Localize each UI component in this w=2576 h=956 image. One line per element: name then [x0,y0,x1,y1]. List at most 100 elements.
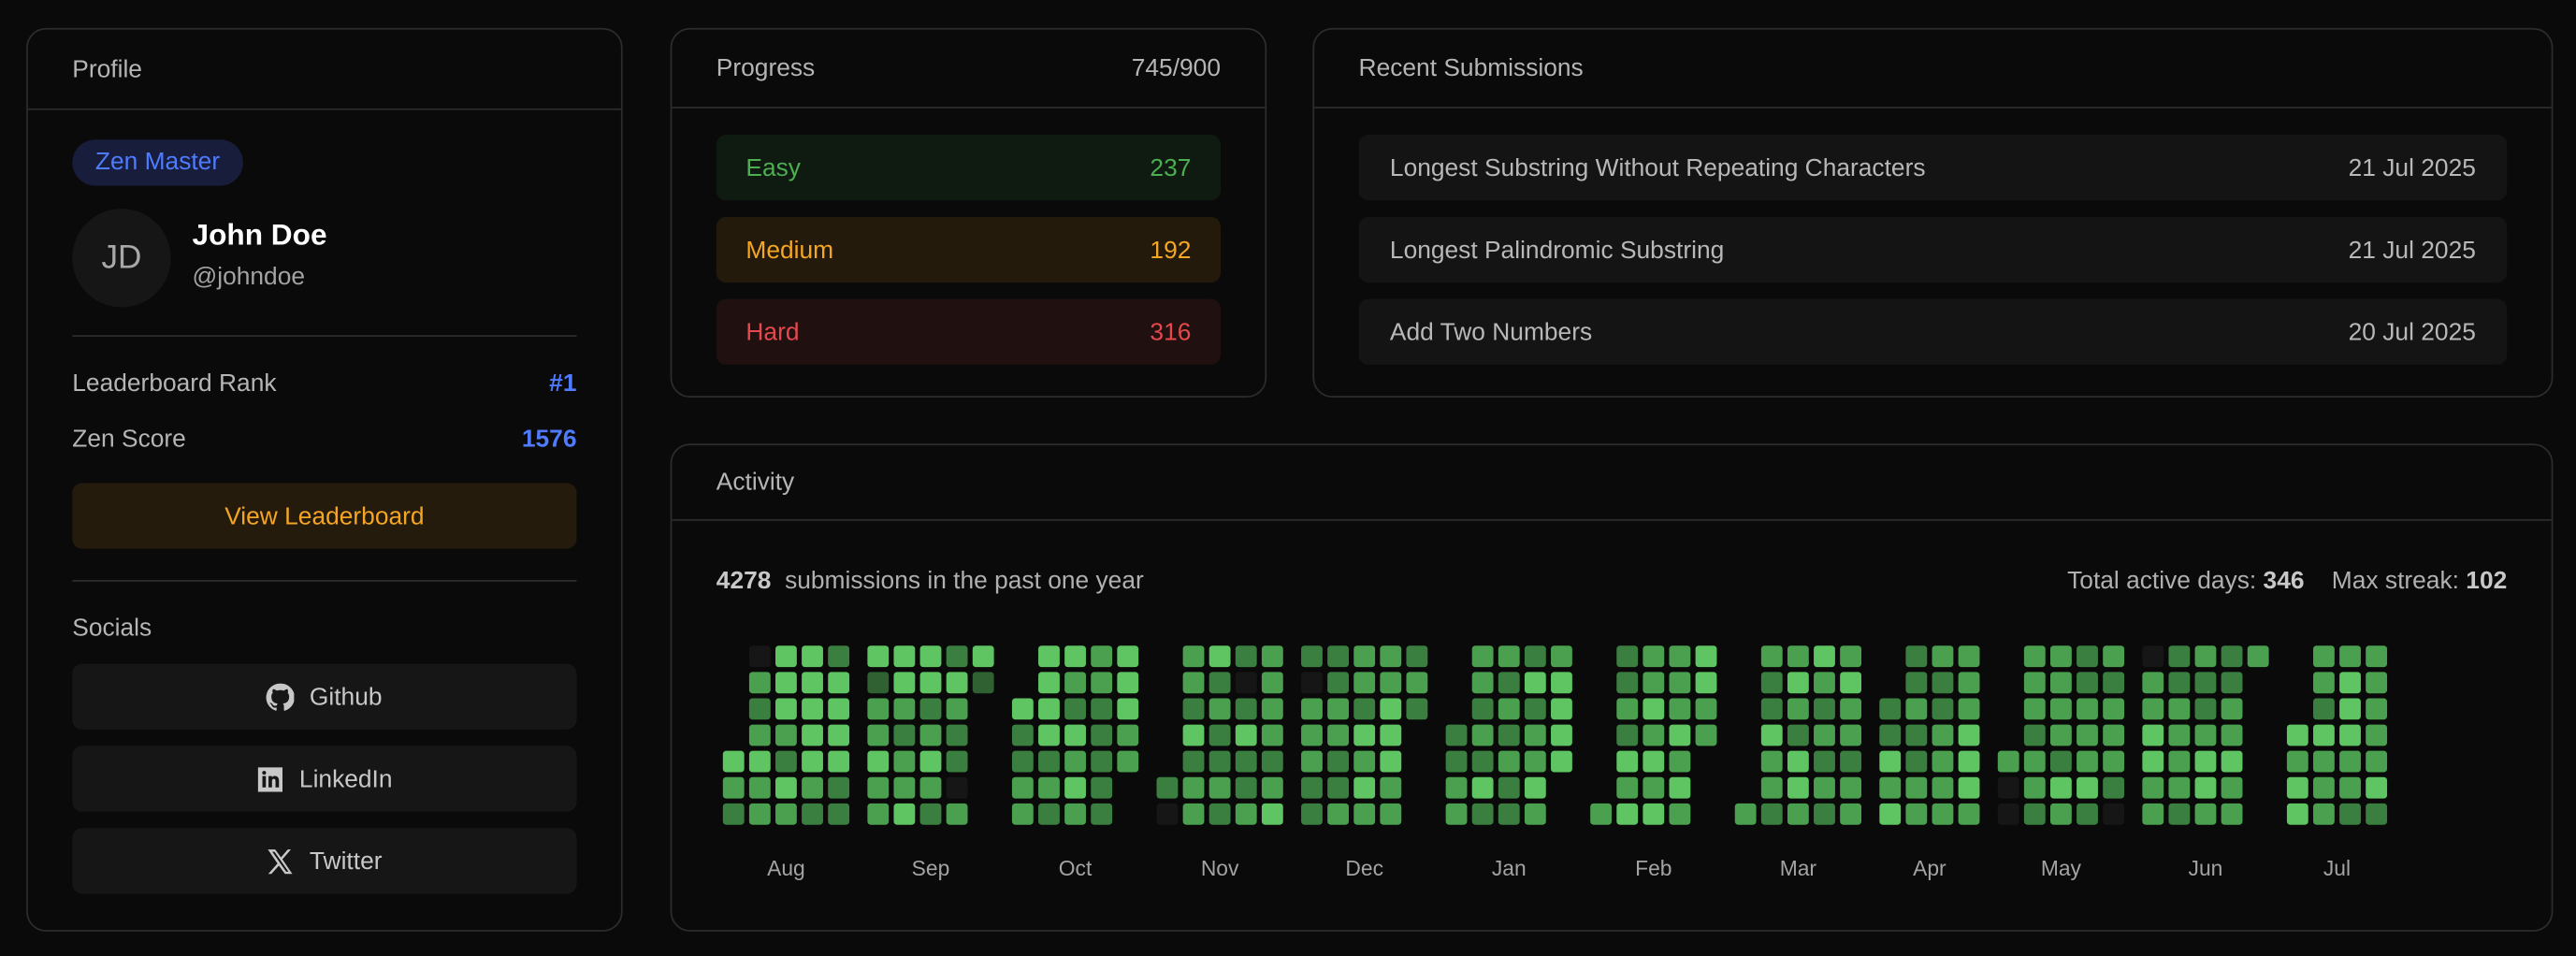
heatmap-cell[interactable] [1182,698,1205,720]
heatmap-cell[interactable] [867,803,890,825]
heatmap-cell[interactable] [1380,698,1402,720]
heatmap-cell[interactable] [919,698,942,720]
heatmap-cell[interactable] [1643,803,1665,825]
heatmap-cell[interactable] [946,776,968,799]
heatmap-cell[interactable] [1117,645,1139,668]
heatmap-cell[interactable] [1327,724,1350,746]
heatmap-cell[interactable] [1208,724,1231,746]
heatmap-cell[interactable] [1301,698,1323,720]
heatmap-cell[interactable] [946,698,968,720]
heatmap-cell[interactable] [2339,803,2361,825]
heatmap-cell[interactable] [1932,776,1954,799]
heatmap-cell[interactable] [1879,803,1902,825]
heatmap-cell[interactable] [867,645,890,668]
heatmap-cell[interactable] [1840,776,1862,799]
heatmap-cell[interactable] [1038,776,1060,799]
heatmap-cell[interactable] [1011,698,1034,720]
heatmap-cell[interactable] [1353,803,1376,825]
heatmap-cell[interactable] [1643,698,1665,720]
heatmap-cell[interactable] [1235,776,1257,799]
heatmap-cell[interactable] [2103,750,2125,773]
heatmap-cell[interactable] [802,645,823,668]
heatmap-cell[interactable] [1524,803,1546,825]
heatmap-cell[interactable] [828,698,850,720]
heatmap-cell[interactable] [1997,803,2019,825]
heatmap-cell[interactable] [2286,776,2308,799]
heatmap-cell[interactable] [1932,698,1954,720]
heatmap-cell[interactable] [1879,724,1902,746]
heatmap-cell[interactable] [1471,750,1494,773]
heatmap-cell[interactable] [2194,645,2217,668]
heatmap-cell[interactable] [2247,645,2269,668]
heatmap-cell[interactable] [1814,750,1835,773]
heatmap-cell[interactable] [2103,698,2125,720]
heatmap-cell[interactable] [1235,750,1257,773]
heatmap-cell[interactable] [893,698,916,720]
heatmap-cell[interactable] [1406,672,1428,694]
heatmap-cell[interactable] [2286,803,2308,825]
heatmap-cell[interactable] [2142,724,2164,746]
heatmap-cell[interactable] [2221,698,2243,720]
heatmap-cell[interactable] [1380,672,1402,694]
heatmap-cell[interactable] [1498,672,1520,694]
heatmap-cell[interactable] [1380,645,1402,668]
heatmap-cell[interactable] [775,776,797,799]
heatmap-cell[interactable] [1091,750,1113,773]
heatmap-cell[interactable] [1760,803,1783,825]
heatmap-cell[interactable] [1958,672,1980,694]
heatmap-cell[interactable] [2366,803,2388,825]
heatmap-cell[interactable] [1380,776,1402,799]
heatmap-cell[interactable] [802,672,823,694]
heatmap-cell[interactable] [1905,645,1928,668]
heatmap-cell[interactable] [1235,724,1257,746]
heatmap-cell[interactable] [867,724,890,746]
heatmap-cell[interactable] [1997,750,2019,773]
heatmap-cell[interactable] [1327,698,1350,720]
heatmap-cell[interactable] [919,776,942,799]
heatmap-cell[interactable] [775,803,797,825]
heatmap-cell[interactable] [2023,803,2046,825]
heatmap-cell[interactable] [1814,645,1835,668]
heatmap-cell[interactable] [1879,698,1902,720]
heatmap-cell[interactable] [1643,672,1665,694]
heatmap-cell[interactable] [1380,750,1402,773]
heatmap-cell[interactable] [893,750,916,773]
heatmap-cell[interactable] [1380,803,1402,825]
heatmap-cell[interactable] [1958,803,1980,825]
heatmap-cell[interactable] [1091,672,1113,694]
heatmap-cell[interactable] [1261,672,1283,694]
heatmap-cell[interactable] [1182,803,1205,825]
heatmap-cell[interactable] [1616,776,1639,799]
heatmap-cell[interactable] [1879,750,1902,773]
heatmap-cell[interactable] [1498,724,1520,746]
heatmap-cell[interactable] [1498,645,1520,668]
heatmap-cell[interactable] [2194,698,2217,720]
heatmap-cell[interactable] [1301,672,1323,694]
heatmap-cell[interactable] [1182,645,1205,668]
heatmap-cell[interactable] [1958,776,1980,799]
heatmap-cell[interactable] [1038,750,1060,773]
heatmap-cell[interactable] [1524,672,1546,694]
heatmap-cell[interactable] [2077,776,2098,799]
heatmap-cell[interactable] [919,672,942,694]
heatmap-cell[interactable] [1958,724,1980,746]
heatmap-cell[interactable] [1905,698,1928,720]
heatmap-cell[interactable] [1064,776,1086,799]
heatmap-cell[interactable] [2339,672,2361,694]
heatmap-cell[interactable] [2313,724,2335,746]
heatmap-cell[interactable] [748,750,771,773]
heatmap-cell[interactable] [1814,698,1835,720]
heatmap-cell[interactable] [1156,803,1179,825]
heatmap-cell[interactable] [919,750,942,773]
heatmap-cell[interactable] [1905,672,1928,694]
heatmap-cell[interactable] [1091,645,1113,668]
heatmap-cell[interactable] [1261,645,1283,668]
heatmap-cell[interactable] [2313,672,2335,694]
heatmap-cell[interactable] [867,750,890,773]
heatmap-cell[interactable] [2366,672,2388,694]
heatmap-cell[interactable] [1760,698,1783,720]
heatmap-cell[interactable] [1643,645,1665,668]
heatmap-cell[interactable] [2168,645,2191,668]
heatmap-cell[interactable] [2049,672,2072,694]
heatmap-cell[interactable] [2366,645,2388,668]
